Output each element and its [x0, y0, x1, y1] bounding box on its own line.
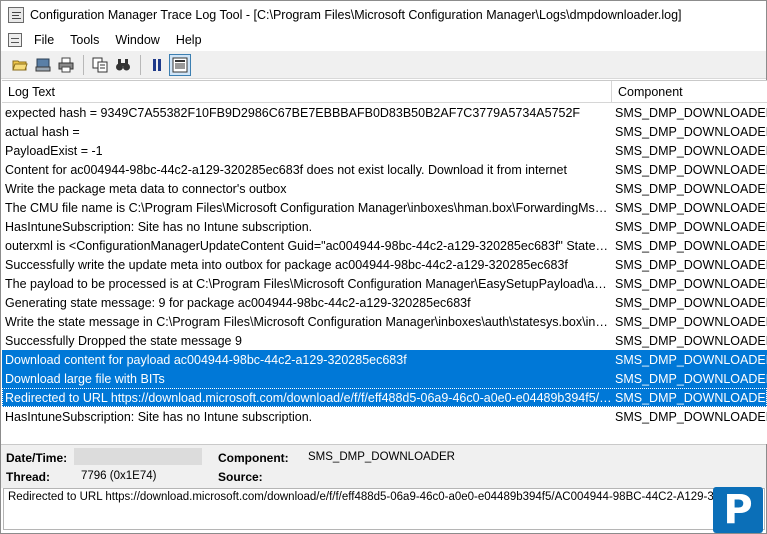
- component-cell: SMS_DMP_DOWNLOADER: [615, 219, 767, 234]
- table-row[interactable]: The CMU file name is C:\Program Files\Mi…: [2, 198, 767, 217]
- table-row[interactable]: Download content for payload ac004944-98…: [2, 350, 767, 369]
- toolbar-separator: [140, 54, 141, 75]
- component-cell: SMS_DMP_DOWNLOADER: [615, 181, 767, 196]
- log-text-cell: outerxml is <ConfigurationManagerUpdateC…: [5, 238, 612, 253]
- copy-icon: [92, 57, 108, 72]
- log-text-cell: The CMU file name is C:\Program Files\Mi…: [5, 200, 612, 215]
- log-text-cell: The payload to be processed is at C:\Pro…: [5, 276, 612, 291]
- find-button[interactable]: [112, 54, 134, 76]
- thread-value: 7796 (0x1E74): [81, 470, 157, 482]
- component-cell: SMS_DMP_DOWNLOADER: [615, 257, 767, 272]
- component-cell: SMS_DMP_DOWNLOADER: [615, 238, 767, 253]
- table-row[interactable]: expected hash = 9349C7A55382F10FB9D2986C…: [2, 103, 767, 122]
- table-row[interactable]: Generating state message: 9 for package …: [2, 293, 767, 312]
- log-text-cell: expected hash = 9349C7A55382F10FB9D2986C…: [5, 105, 581, 120]
- print-icon: [58, 57, 74, 72]
- log-text-cell: Generating state message: 9 for package …: [5, 295, 471, 310]
- table-row[interactable]: Download large file with BITs SMS_DMP_DOW…: [2, 369, 767, 388]
- log-text-cell: actual hash =: [5, 124, 80, 139]
- details-panel: Date/Time: Component: SMS_DMP_DOWNLOADER…: [1, 444, 766, 488]
- table-row[interactable]: Successfully write the update meta into …: [2, 255, 767, 274]
- component-cell: SMS_DMP_DOWNLOADER: [615, 295, 767, 310]
- log-text-cell: Successfully Dropped the state message 9: [5, 333, 242, 348]
- menu-bar: File Tools Window Help: [1, 29, 766, 50]
- table-row[interactable]: Content for ac004944-98bc-44c2-a129-3202…: [2, 160, 767, 179]
- component-cell: SMS_DMP_DOWNLOADER: [615, 143, 767, 158]
- brand-logo: P: [713, 487, 763, 533]
- component-cell: SMS_DMP_DOWNLOADER: [615, 333, 767, 348]
- log-text-cell: Download content for payload ac004944-98…: [5, 352, 407, 367]
- toolbar-separator: [83, 54, 84, 75]
- pause-icon: [153, 58, 161, 71]
- toolbar: [1, 51, 766, 79]
- table-row[interactable]: actual hash = SMS_DMP_DOWNLOADER: [2, 122, 767, 141]
- component-cell: SMS_DMP_DOWNLOADER: [615, 371, 767, 386]
- log-text-cell: PayloadExist = -1: [5, 143, 103, 158]
- log-text-cell: Write the state message in C:\Program Fi…: [5, 314, 612, 329]
- find-binoculars-icon: [116, 58, 130, 70]
- component-label: Component:: [218, 451, 289, 465]
- log-grid[interactable]: Log Text Component expected hash = 9349C…: [2, 80, 767, 444]
- title-bar: Configuration Manager Trace Log Tool - […: [1, 1, 766, 29]
- component-cell: SMS_DMP_DOWNLOADER: [615, 124, 767, 139]
- menu-help[interactable]: Help: [168, 33, 210, 47]
- table-row[interactable]: The payload to be processed is at C:\Pro…: [2, 274, 767, 293]
- column-header-log-text[interactable]: Log Text: [2, 81, 612, 102]
- details-pane-icon: [172, 57, 188, 72]
- source-label: Source:: [218, 470, 263, 484]
- component-cell: SMS_DMP_DOWNLOADER: [615, 352, 767, 367]
- print-button[interactable]: [55, 54, 77, 76]
- table-row[interactable]: HasIntuneSubscription: Site has no Intun…: [2, 407, 767, 426]
- component-cell: SMS_DMP_DOWNLOADER: [615, 162, 767, 177]
- copy-button[interactable]: [89, 54, 111, 76]
- menu-tools[interactable]: Tools: [62, 33, 107, 47]
- table-row[interactable]: outerxml is <ConfigurationManagerUpdateC…: [2, 236, 767, 255]
- window-title: Configuration Manager Trace Log Tool - […: [30, 8, 682, 22]
- log-text-cell: Write the package meta data to connector…: [5, 181, 287, 196]
- pause-button[interactable]: [146, 54, 168, 76]
- table-row[interactable]: Successfully Dropped the state message 9…: [2, 331, 767, 350]
- table-row[interactable]: Write the package meta data to connector…: [2, 179, 767, 198]
- details-pane-button[interactable]: [169, 53, 191, 76]
- menu-window[interactable]: Window: [107, 33, 167, 47]
- trace-log-window: Configuration Manager Trace Log Tool - […: [0, 0, 767, 534]
- log-text-cell: Content for ac004944-98bc-44c2-a129-3202…: [5, 162, 567, 177]
- menu-file[interactable]: File: [26, 33, 62, 47]
- table-row[interactable]: Redirected to URL https://download.micro…: [2, 388, 767, 407]
- table-row[interactable]: Write the state message in C:\Program Fi…: [2, 312, 767, 331]
- datetime-label: Date/Time:: [6, 451, 68, 465]
- log-rows: expected hash = 9349C7A55382F10FB9D2986C…: [2, 103, 767, 426]
- grid-header: Log Text Component: [2, 81, 767, 103]
- component-cell: SMS_DMP_DOWNLOADER: [615, 200, 767, 215]
- datetime-value-redacted: [74, 448, 202, 465]
- log-text-cell: Successfully write the update meta into …: [5, 257, 568, 272]
- table-row[interactable]: PayloadExist = -1 SMS_DMP_DOWNLOADER: [2, 141, 767, 160]
- app-log-icon: [8, 7, 24, 23]
- print-server-icon: [35, 58, 51, 71]
- message-text: Redirected to URL https://download.micro…: [8, 491, 713, 503]
- log-text-cell: HasIntuneSubscription: Site has no Intun…: [5, 219, 313, 234]
- component-cell: SMS_DMP_DOWNLOADER: [615, 314, 767, 329]
- thread-label: Thread:: [6, 470, 51, 484]
- component-cell: SMS_DMP_DOWNLOADER: [615, 390, 767, 405]
- component-cell: SMS_DMP_DOWNLOADER: [615, 409, 767, 424]
- open-folder-icon: [12, 60, 28, 70]
- message-textbox[interactable]: Redirected to URL https://download.micro…: [3, 488, 765, 530]
- print-server-button[interactable]: [32, 54, 54, 76]
- log-text-cell: Redirected to URL https://download.micro…: [5, 390, 612, 405]
- document-menu-icon[interactable]: [8, 32, 22, 47]
- component-cell: SMS_DMP_DOWNLOADER: [615, 276, 767, 291]
- component-value: SMS_DMP_DOWNLOADER: [308, 451, 455, 463]
- component-cell: SMS_DMP_DOWNLOADER: [615, 105, 767, 120]
- log-text-cell: HasIntuneSubscription: Site has no Intun…: [5, 409, 313, 424]
- open-button[interactable]: [9, 54, 31, 76]
- log-text-cell: Download large file with BITs: [5, 371, 165, 386]
- logo-letter: P: [723, 487, 753, 533]
- column-header-component[interactable]: Component: [612, 81, 767, 102]
- table-row[interactable]: HasIntuneSubscription: Site has no Intun…: [2, 217, 767, 236]
